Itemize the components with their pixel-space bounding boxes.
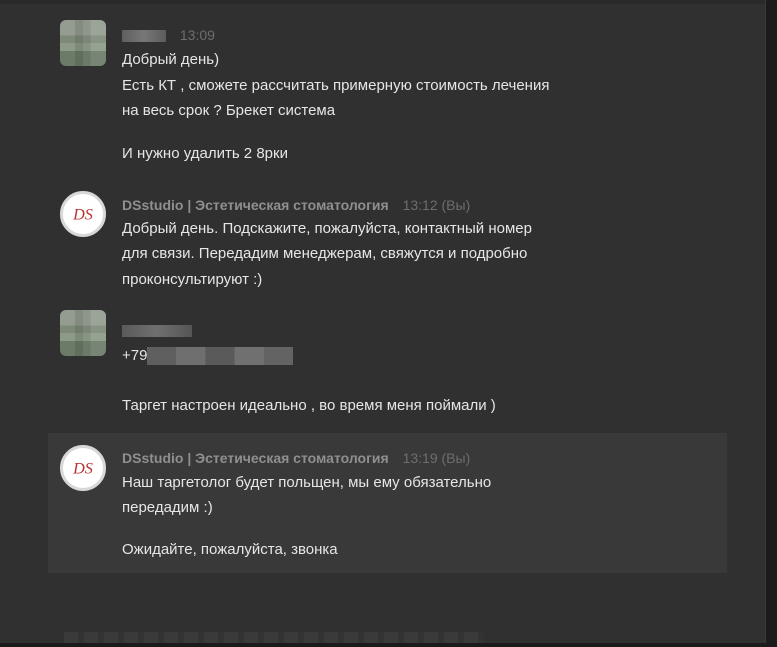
message-meta: 13:09 xyxy=(122,27,215,43)
svg-text:DS: DS xyxy=(72,461,93,478)
next-message-ghost xyxy=(64,632,484,643)
message-text-line: проконсультируют :) xyxy=(122,271,263,288)
message-time: 13:19 (Вы) xyxy=(402,450,471,466)
blurred-phone-digits xyxy=(147,347,294,366)
phone-prefix: +79 xyxy=(122,347,148,364)
svg-text:DS: DS xyxy=(72,207,93,224)
message-text-line: передадим :) xyxy=(122,499,213,516)
message-author[interactable]: DSstudio | Эстетическая стоматология xyxy=(122,450,389,466)
message-text-line: на весь срок ? Брекет система xyxy=(122,102,336,119)
message-meta xyxy=(122,322,192,338)
ds-logo-icon: DS xyxy=(72,461,93,478)
message-meta: DSstudio | Эстетическая стоматология 13:… xyxy=(122,197,470,213)
message-text-line: Наш таргетолог будет польщен, мы ему обя… xyxy=(122,474,492,491)
dsstudio-logo-avatar[interactable]: DS xyxy=(60,191,106,237)
message-time: 13:12 (Вы) xyxy=(402,197,471,213)
message-author[interactable]: DSstudio | Эстетическая стоматология xyxy=(122,197,389,213)
message-text-line: Ожидайте, пожалуйста, звонка xyxy=(122,541,338,558)
dsstudio-logo-avatar[interactable]: DS xyxy=(60,445,106,491)
avatar-blurred[interactable] xyxy=(60,20,106,66)
blurred-author-name xyxy=(122,325,192,338)
message-text-line: Есть КТ , сможете рассчитать примерную с… xyxy=(122,77,550,94)
message-time: 13:09 xyxy=(179,27,215,43)
avatar-blurred[interactable] xyxy=(60,310,106,356)
message-meta: DSstudio | Эстетическая стоматология 13:… xyxy=(122,450,470,466)
message-text-line: для связи. Передадим менеджерам, свяжутс… xyxy=(122,245,528,262)
blurred-author-name xyxy=(122,30,166,43)
phone-line: +79 xyxy=(122,347,294,366)
message-text-line: Добрый день) xyxy=(122,51,220,68)
message-text-line: И нужно удалить 2 8рки xyxy=(122,145,288,162)
chat-panel: 13:09 Добрый день) Есть КТ , сможете рас… xyxy=(0,0,766,643)
message-text-line: Добрый день. Подскажите, пожалуйста, кон… xyxy=(122,220,532,237)
ds-logo-icon: DS xyxy=(72,207,93,224)
message-text-line: Таргет настроен идеально , во время меня… xyxy=(122,397,496,414)
top-strip xyxy=(0,0,765,4)
